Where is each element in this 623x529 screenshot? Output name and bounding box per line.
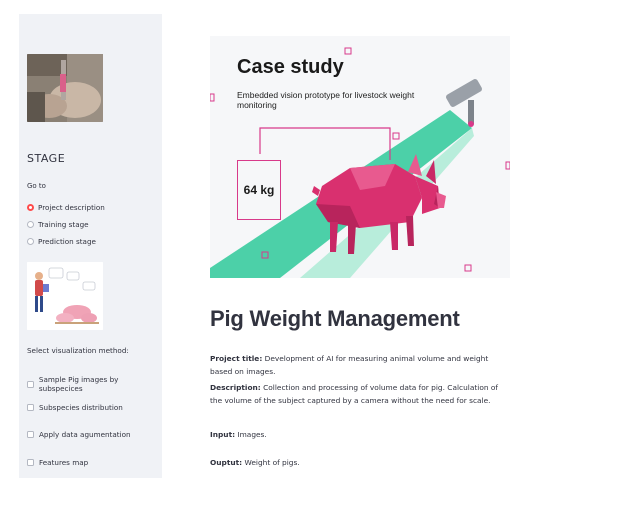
radio-label: Project description (38, 203, 105, 212)
output-label: Ouptut: (210, 458, 243, 467)
checkbox-icon[interactable] (27, 431, 34, 438)
checkbox-label: Subspecies distribution (39, 403, 123, 412)
visualization-label: Select visualization method: (27, 346, 129, 355)
checkbox-label: Sample Pig images by subspecices (38, 375, 119, 393)
page-title: Pig Weight Management (210, 306, 460, 331)
sidebar-title: STAGE (27, 152, 66, 165)
radio-label: Training stage (38, 220, 89, 229)
checkbox-sample-images[interactable]: Sample Pig images by subspecices (27, 375, 162, 393)
checkbox-label: Apply data agumentation (39, 430, 131, 439)
farmer-illustration (27, 262, 103, 330)
goto-label: Go to (27, 182, 46, 190)
checkbox-subspecies-distribution[interactable]: Subspecies distribution (27, 403, 123, 412)
radio-prediction-stage[interactable]: Prediction stage (27, 237, 96, 246)
output-value: Weight of pigs. (242, 458, 300, 467)
checkbox-icon[interactable] (27, 404, 34, 411)
pig-photo (27, 54, 103, 122)
radio-selected-icon[interactable] (27, 204, 34, 211)
weight-readout: 64 kg (237, 160, 281, 220)
radio-icon[interactable] (27, 221, 34, 228)
radio-label: Prediction stage (38, 237, 96, 246)
banner-subtitle: Embedded vision prototype for livestock … (237, 90, 415, 110)
checkbox-data-augmentation[interactable]: Apply data agumentation (27, 430, 131, 439)
radio-project-description[interactable]: Project description (27, 203, 105, 212)
banner-title: Case study (237, 56, 344, 78)
case-study-banner: Case study Embedded vision prototype for… (210, 36, 510, 278)
project-title-paragraph: Project title: Development of AI for mea… (210, 352, 510, 378)
radio-icon[interactable] (27, 238, 34, 245)
checkbox-icon[interactable] (27, 459, 34, 466)
sidebar: STAGE Go to Project description Training… (19, 14, 162, 478)
description-paragraph: Description: Collection and processing o… (210, 381, 510, 407)
checkbox-icon[interactable] (27, 380, 34, 388)
checkbox-label: Features map (39, 458, 89, 467)
radio-training-stage[interactable]: Training stage (27, 220, 89, 229)
input-label: Input: (210, 430, 236, 439)
description-label: Description: (210, 383, 261, 392)
checkbox-features-map[interactable]: Features map (27, 458, 88, 467)
output-paragraph: Ouptut: Weight of pigs. (210, 456, 510, 469)
project-title-label: Project title: (210, 354, 263, 363)
input-value: Images. (235, 430, 267, 439)
input-paragraph: Input: Images. (210, 428, 510, 441)
